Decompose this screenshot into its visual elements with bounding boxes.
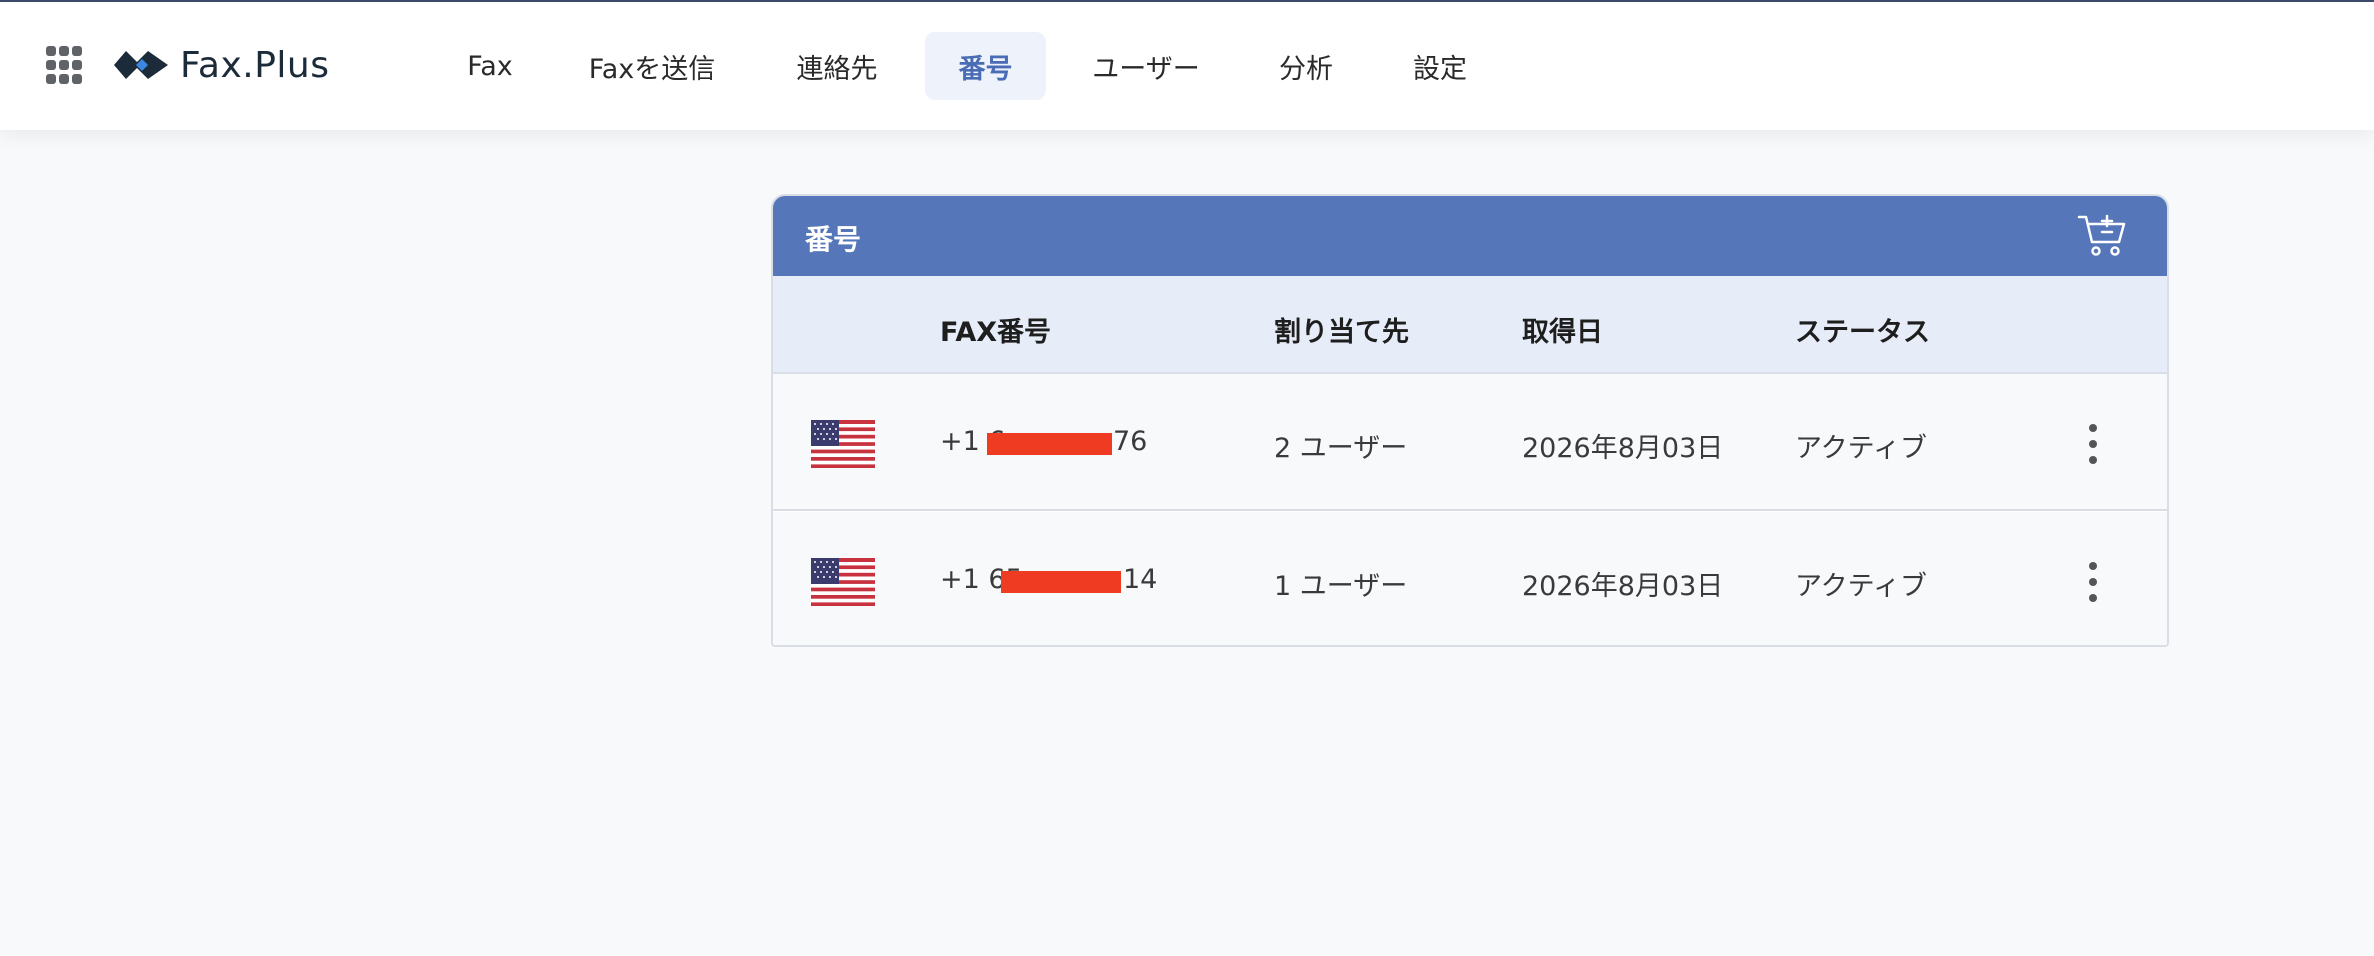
table-header: FAX番号 割り当て先 取得日 ステータス	[773, 276, 2167, 374]
fax-number-suffix: 76	[1113, 426, 1148, 457]
add-to-cart-icon[interactable]	[2077, 212, 2127, 258]
us-flag-icon	[811, 420, 875, 468]
column-fax-number[interactable]: FAX番号	[940, 310, 1051, 349]
us-flag-icon	[811, 558, 875, 606]
more-vert-icon[interactable]	[2083, 560, 2103, 604]
numbers-card: 番号 FAX番号 割り当て先 取得日 ステータス +1 6 76 2 ユーザー …	[771, 194, 2169, 647]
nav-settings[interactable]: 設定	[1398, 32, 1482, 100]
fax-number-suffix: 14	[1123, 564, 1158, 595]
apps-grid-icon[interactable]	[46, 46, 82, 84]
assigned-users: 1 ユーザー	[1274, 571, 1408, 602]
assigned-users: 2 ユーザー	[1274, 433, 1408, 464]
nav-fax[interactable]: Fax	[448, 32, 532, 100]
nav-numbers[interactable]: 番号	[925, 32, 1046, 100]
top-navigation-bar: Fax.Plus Fax Faxを送信 連絡先 番号 ユーザー 分析 設定	[0, 2, 2374, 130]
redaction-bar	[1001, 571, 1121, 593]
card-header: 番号	[773, 196, 2167, 276]
nav-label: 連絡先	[796, 53, 878, 85]
nav-label: 番号	[958, 53, 1013, 85]
nav-label: ユーザー	[1092, 53, 1200, 85]
nav-contacts[interactable]: 連絡先	[780, 32, 894, 100]
card-title: 番号	[805, 223, 862, 256]
nav-label: 設定	[1413, 53, 1467, 85]
redaction-bar	[987, 433, 1112, 455]
column-acquired-date[interactable]: 取得日	[1522, 310, 1603, 349]
more-vert-icon[interactable]	[2083, 422, 2103, 466]
nav-label: Faxを送信	[588, 53, 716, 85]
nav-send-fax[interactable]: Faxを送信	[572, 32, 732, 100]
nav-users[interactable]: ユーザー	[1080, 32, 1212, 100]
column-assigned-to[interactable]: 割り当て先	[1274, 310, 1409, 349]
fax-plus-logo-icon	[114, 51, 168, 79]
column-status[interactable]: ステータス	[1795, 310, 1930, 349]
acquired-date: 2026年8月03日	[1522, 571, 1724, 602]
fax-plus-logo[interactable]: Fax.Plus	[112, 40, 330, 90]
status-text: アクティブ	[1795, 571, 1928, 602]
status-text: アクティブ	[1795, 433, 1928, 464]
nav-analytics[interactable]: 分析	[1264, 32, 1348, 100]
table-row[interactable]: +1 65 14 1 ユーザー 2026年8月03日 アクティブ	[773, 512, 2167, 645]
acquired-date: 2026年8月03日	[1522, 433, 1724, 464]
nav-label: 分析	[1279, 53, 1333, 85]
logo-text: Fax.Plus	[180, 44, 330, 86]
table-row[interactable]: +1 6 76 2 ユーザー 2026年8月03日 アクティブ	[773, 374, 2167, 511]
nav-label: Fax	[467, 50, 513, 82]
